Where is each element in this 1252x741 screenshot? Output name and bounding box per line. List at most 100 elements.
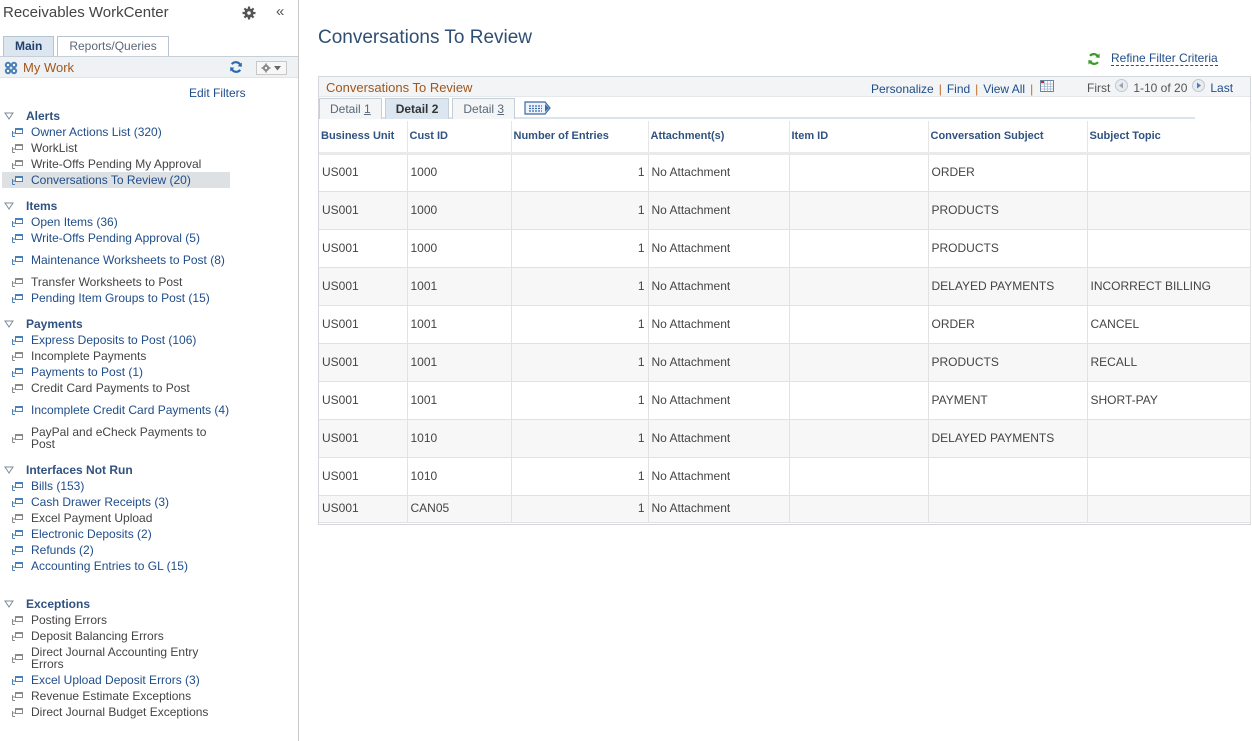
cell-conversation-subject	[928, 495, 1088, 523]
sidebar-item-label[interactable]: Open Items (36)	[31, 216, 118, 228]
window-icon	[12, 277, 23, 287]
previous-page-icon[interactable]	[1115, 78, 1129, 92]
sidebar-item-payments-to-post[interactable]: Payments to Post (1)	[2, 364, 230, 380]
sidebar-item-write-offs-pending-approval[interactable]: Write-Offs Pending Approval (5)	[2, 230, 230, 246]
sidebar-item-excel-upload-deposit-errors[interactable]: Excel Upload Deposit Errors (3)	[2, 672, 230, 688]
next-page-icon[interactable]	[1192, 78, 1206, 92]
grid-title: Conversations To Review	[326, 80, 473, 95]
sidebar-item-label[interactable]: Excel Upload Deposit Errors (3)	[31, 674, 200, 686]
table-row[interactable]: US001 1001 1 No Attachment ORDER CANCEL	[319, 305, 1251, 344]
sidebar-item-conversations-to-review[interactable]: Conversations To Review (20)	[2, 172, 230, 188]
cell-attachments: No Attachment	[648, 495, 790, 523]
sidebar-item-label[interactable]: Electronic Deposits (2)	[31, 528, 152, 540]
column-header-attachments[interactable]: Attachment(s)	[648, 121, 790, 155]
sidebar-item-express-deposits-to-post[interactable]: Express Deposits to Post (106)	[2, 332, 230, 348]
find-link[interactable]: Find	[947, 82, 970, 96]
table-row[interactable]: US001 1010 1 No Attachment	[319, 457, 1251, 496]
group-header-exceptions[interactable]: Exceptions	[0, 596, 298, 612]
collapse-triangle-icon[interactable]	[4, 111, 14, 121]
window-icon	[12, 653, 23, 663]
download-to-excel-icon[interactable]	[1040, 80, 1055, 92]
sidebar-item-maintenance-worksheets-to-post[interactable]: Maintenance Worksheets to Post (8)	[2, 246, 230, 274]
table-row[interactable]: US001 1010 1 No Attachment DELAYED PAYMENTS	[319, 419, 1251, 458]
sidebar-item-label[interactable]: Owner Actions List (320)	[31, 126, 162, 138]
show-all-columns-icon[interactable]	[524, 101, 552, 115]
collapse-triangle-icon[interactable]	[4, 599, 14, 609]
cell-number-of-entries: 1	[511, 191, 649, 230]
sidebar-item-label[interactable]: Accounting Entries to GL (15)	[31, 560, 188, 572]
sidebar-item-cash-drawer-receipts[interactable]: Cash Drawer Receipts (3)	[2, 494, 230, 510]
sidebar-item-label[interactable]: Cash Drawer Receipts (3)	[31, 496, 169, 508]
sidebar-item-deposit-balancing-errors: Deposit Balancing Errors	[2, 628, 230, 644]
table-row[interactable]: US001 CAN05 1 No Attachment	[319, 495, 1251, 523]
group-header-alerts[interactable]: Alerts	[0, 108, 298, 124]
sidebar-item-pending-item-groups-to-post[interactable]: Pending Item Groups to Post (15)	[2, 290, 230, 306]
sidebar-item-label: WorkList	[31, 141, 78, 155]
table-row[interactable]: US001 1001 1 No Attachment PRODUCTS RECALL	[319, 343, 1251, 382]
group-title: Exceptions	[26, 597, 91, 611]
collapse-triangle-icon[interactable]	[4, 319, 14, 329]
group-header-items[interactable]: Items	[0, 198, 298, 214]
column-header-subject-topic[interactable]: Subject Topic	[1087, 121, 1251, 155]
tab-detail-2[interactable]: Detail 2	[384, 98, 450, 119]
group-header-interfaces-not-run[interactable]: Interfaces Not Run	[0, 462, 298, 478]
sidebar-item-label[interactable]: Payments to Post (1)	[31, 366, 143, 378]
sidebar-item-label[interactable]: Express Deposits to Post (106)	[31, 334, 196, 346]
cell-cust-id: 1010	[407, 457, 512, 496]
column-header-number-of-entries[interactable]: Number of Entries	[511, 121, 649, 155]
cell-conversation-subject: ORDER	[928, 153, 1088, 192]
sidebar-item-label[interactable]: Write-Offs Pending Approval (5)	[31, 232, 200, 244]
sidebar-item-label[interactable]: Maintenance Worksheets to Post (8)	[31, 254, 225, 266]
table-row[interactable]: US001 1000 1 No Attachment ORDER	[319, 153, 1251, 192]
collapse-triangle-icon[interactable]	[4, 465, 14, 475]
sidebar-item-label[interactable]: Incomplete Credit Card Payments (4)	[31, 404, 229, 416]
table-row[interactable]: US001 1000 1 No Attachment PRODUCTS	[319, 191, 1251, 230]
table-row[interactable]: US001 1001 1 No Attachment DELAYED PAYMENTS I…	[319, 267, 1251, 306]
tab-detail-3[interactable]: Detail 3	[452, 98, 516, 119]
window-icon	[12, 233, 23, 243]
sidebar-item-incomplete-credit-card-payments[interactable]: Incomplete Credit Card Payments (4)	[2, 396, 230, 424]
sidebar-item-label[interactable]: Bills (153)	[31, 480, 84, 492]
view-all-link[interactable]: View All	[983, 82, 1025, 96]
table-row[interactable]: US001 1000 1 No Attachment PRODUCTS	[319, 229, 1251, 268]
tab-reports-queries[interactable]: Reports/Queries	[57, 36, 169, 56]
column-header-item-id[interactable]: Item ID	[789, 121, 929, 155]
page-title: Conversations To Review	[318, 27, 533, 48]
refine-filter-link[interactable]: Refine Filter Criteria	[1111, 51, 1218, 66]
tab-detail-1[interactable]: Detail 1	[319, 98, 382, 119]
table-row[interactable]: US001 1001 1 No Attachment PAYMENT SHORT-PAY	[319, 381, 1251, 420]
refine-filter-criteria[interactable]: Refine Filter Criteria	[1087, 51, 1218, 66]
cell-item-id	[789, 267, 929, 306]
window-icon	[12, 615, 23, 625]
sidebar-item-posting-errors: Posting Errors	[2, 612, 230, 628]
last-page-link[interactable]: Last	[1210, 81, 1233, 95]
window-icon	[12, 675, 23, 685]
cell-conversation-subject: PAYMENT	[928, 381, 1088, 420]
refresh-icon[interactable]	[229, 60, 243, 74]
sidebar-item-electronic-deposits[interactable]: Electronic Deposits (2)	[2, 526, 230, 542]
sidebar-item-owner-actions-list[interactable]: Owner Actions List (320)	[2, 124, 230, 140]
sidebar-item-label[interactable]: Conversations To Review (20)	[31, 174, 191, 186]
group-header-payments[interactable]: Payments	[0, 316, 298, 332]
cell-number-of-entries: 1	[511, 343, 649, 382]
sidebar-item-accounting-entries-to-gl[interactable]: Accounting Entries to GL (15)	[2, 558, 230, 574]
gear-icon[interactable]	[242, 6, 256, 20]
sidebar-item-open-items[interactable]: Open Items (36)	[2, 214, 230, 230]
column-header-conversation-subject[interactable]: Conversation Subject	[928, 121, 1088, 155]
collapse-triangle-icon[interactable]	[4, 201, 14, 211]
sidebar-item-bills[interactable]: Bills (153)	[2, 478, 230, 494]
sidebar-tabs: Main Reports/Queries	[3, 36, 172, 56]
tab-main[interactable]: Main	[3, 36, 55, 56]
sidebar-title: Receivables WorkCenter	[3, 4, 169, 21]
sidebar-item-label[interactable]: Refunds (2)	[31, 544, 94, 556]
column-header-cust-id[interactable]: Cust ID	[407, 121, 512, 155]
collapse-sidebar-icon[interactable]: «	[276, 3, 284, 20]
column-header-business-unit[interactable]: Business Unit	[319, 121, 408, 155]
sidebar-item-label[interactable]: Pending Item Groups to Post (15)	[31, 292, 210, 304]
personalize-link[interactable]: Personalize	[871, 82, 934, 96]
sidebar-item-refunds[interactable]: Refunds (2)	[2, 542, 230, 558]
edit-filters-link[interactable]: Edit Filters	[189, 86, 246, 100]
my-work-options-menu[interactable]	[256, 61, 287, 75]
